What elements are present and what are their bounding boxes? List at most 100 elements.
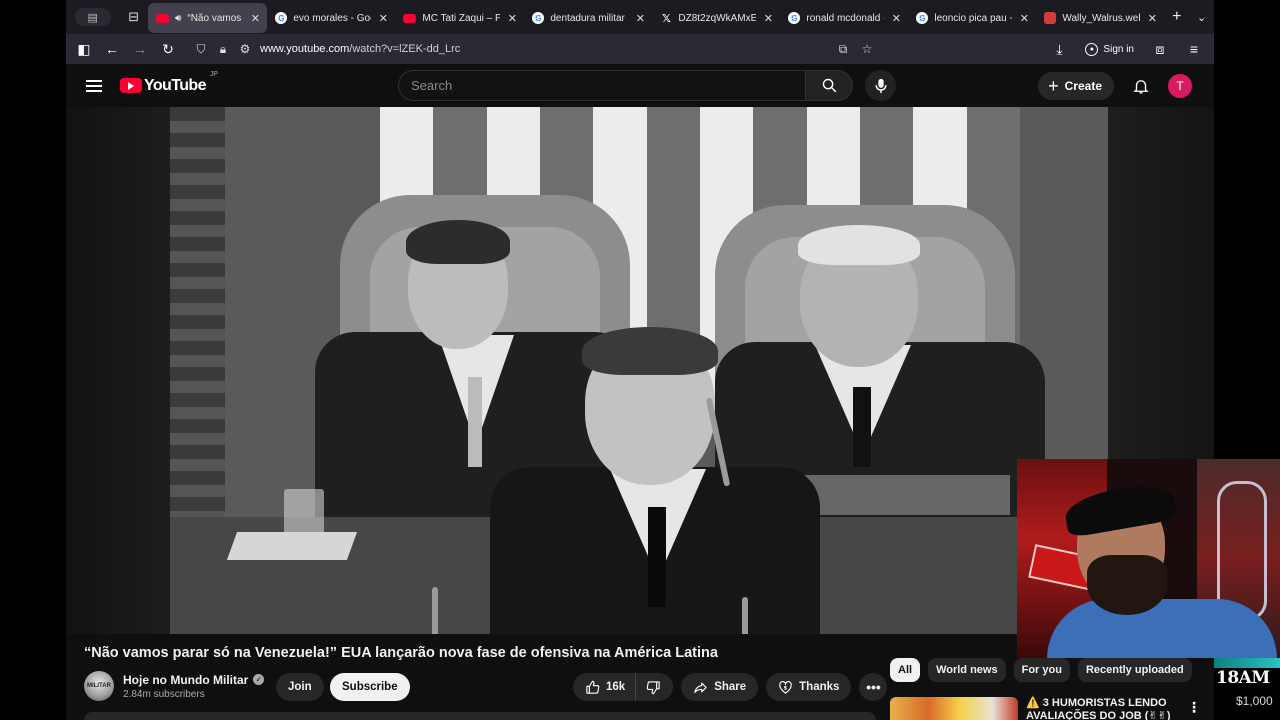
player-letterbox-left bbox=[66, 107, 170, 634]
url-path: /watch?v=lZEK-dd_Lrc bbox=[349, 43, 461, 55]
chevron-down-icon[interactable]: ⌄ bbox=[1189, 11, 1214, 24]
close-icon[interactable]: ✕ bbox=[634, 12, 646, 25]
channel-avatar[interactable]: MILITAR bbox=[84, 671, 114, 701]
youtube-play-icon bbox=[120, 78, 142, 93]
tab-label: DZ8t2zqWkAMxEs bbox=[678, 12, 757, 24]
new-tab-button[interactable]: + bbox=[1164, 8, 1189, 26]
microphone-icon bbox=[874, 78, 887, 93]
subscriber-count: 2.84m subscribers bbox=[123, 688, 205, 700]
channel-avatar-text: MILITAR bbox=[87, 683, 111, 689]
voice-search-button[interactable] bbox=[865, 70, 896, 101]
sign-in-button[interactable]: ● Sign in bbox=[1079, 42, 1140, 56]
close-icon[interactable]: ✕ bbox=[249, 12, 261, 25]
thanks-label: Thanks bbox=[799, 681, 840, 693]
search-input[interactable] bbox=[398, 70, 805, 101]
speaker-icon[interactable]: 🔊︎ bbox=[175, 13, 181, 24]
more-vertical-icon[interactable]: ⋮ bbox=[1187, 699, 1201, 716]
sign-in-label: Sign in bbox=[1103, 43, 1134, 55]
search-button[interactable] bbox=[805, 70, 853, 101]
chip-all[interactable]: All bbox=[890, 658, 921, 682]
thumbs-down-icon bbox=[646, 680, 660, 694]
reload-icon[interactable]: ↻ bbox=[154, 35, 182, 63]
tab-label: MC Tati Zaqui – Pa bbox=[422, 12, 501, 24]
tab-google-dentadura[interactable]: G dentadura militar - ✕ bbox=[524, 3, 652, 33]
google-favicon-icon: G bbox=[532, 12, 545, 24]
extensions-icon[interactable]: ⧈ bbox=[1146, 35, 1174, 63]
share-arrow-icon bbox=[694, 682, 707, 693]
tab-label: leoncio pica pau - bbox=[934, 12, 1013, 24]
channel-name[interactable]: Hoje no Mundo Militar bbox=[123, 673, 248, 687]
tab-x-image[interactable]: 𝕏 DZ8t2zqWkAMxEs ✕ bbox=[652, 3, 780, 33]
lectern-glass bbox=[790, 475, 1010, 515]
tab-google-leoncio[interactable]: G leoncio pica pau - ✕ bbox=[908, 3, 1036, 33]
forward-arrow-icon[interactable]: → bbox=[126, 35, 154, 63]
sidebar-toggle-button[interactable]: ▤ bbox=[66, 0, 119, 34]
back-arrow-icon[interactable]: ← bbox=[98, 35, 126, 63]
image-favicon-icon bbox=[1044, 12, 1057, 24]
like-button[interactable]: 16k bbox=[573, 673, 637, 701]
tab-overview-icon[interactable]: ⊟ bbox=[119, 0, 148, 34]
video-actions: 16k Share $ Thanks ••• bbox=[573, 673, 888, 701]
google-favicon-icon: G bbox=[275, 12, 288, 24]
recommendation-thumbnail[interactable] bbox=[890, 697, 1018, 720]
overlay-money: $1,000 bbox=[1236, 694, 1273, 708]
shield-icon[interactable]: ⛉ bbox=[194, 42, 208, 57]
left-man-hair bbox=[406, 220, 510, 264]
close-icon[interactable]: ✕ bbox=[1018, 12, 1030, 25]
picture-in-picture-icon[interactable]: ⧉ bbox=[836, 42, 850, 57]
description-box[interactable] bbox=[84, 712, 876, 720]
youtube-logo[interactable]: YouTube JP bbox=[120, 71, 218, 95]
more-actions-button[interactable]: ••• bbox=[859, 673, 888, 701]
dislike-button[interactable] bbox=[636, 673, 673, 701]
tab-google-ronald[interactable]: G ronald mcdonald - ✕ bbox=[780, 3, 908, 33]
chip-world-news[interactable]: World news bbox=[928, 658, 1006, 682]
address-bar[interactable]: ⛉ 🔒︎ ⚙︎ www.youtube.com/watch?v=lZEK-dd_… bbox=[194, 36, 884, 62]
menu-icon[interactable]: ≡ bbox=[1180, 35, 1208, 63]
close-icon[interactable]: ✕ bbox=[890, 12, 902, 25]
tab-image-wally[interactable]: Wally_Walrus.webp ✕ bbox=[1036, 3, 1164, 33]
tab-youtube-mc[interactable]: MC Tati Zaqui – Pa ✕ bbox=[395, 3, 524, 33]
lock-icon[interactable]: 🔒︎ bbox=[216, 42, 230, 57]
microphone-stand bbox=[432, 587, 438, 634]
subscribe-button[interactable]: Subscribe bbox=[330, 673, 410, 701]
close-icon[interactable]: ✕ bbox=[762, 12, 774, 25]
close-icon[interactable]: ✕ bbox=[377, 12, 389, 25]
sidebar-icon: ▤ bbox=[74, 8, 111, 26]
create-button[interactable]: + Create bbox=[1038, 72, 1114, 100]
channel-owner: MILITAR Hoje no Mundo Militar ✓ 2.84m su… bbox=[84, 671, 265, 701]
tab-youtube-video[interactable]: 🔊︎ “Não vamos p ✕ bbox=[148, 3, 268, 33]
close-icon[interactable]: ✕ bbox=[506, 12, 518, 25]
x-favicon-icon: 𝕏 bbox=[661, 12, 671, 25]
recommendation-item[interactable]: ⚠️ 3 HUMORISTAS LENDO AVALIAÇÕES DO JOB … bbox=[890, 697, 1201, 720]
join-button[interactable]: Join bbox=[276, 673, 324, 701]
overlay-clock: 18AM bbox=[1216, 668, 1270, 688]
create-label: Create bbox=[1064, 79, 1102, 93]
youtube-favicon-icon bbox=[403, 13, 417, 23]
url-text[interactable]: www.youtube.com/watch?v=lZEK-dd_Lrc bbox=[260, 43, 460, 55]
video-title: “Não vamos parar só na Venezuela!” EUA l… bbox=[84, 645, 718, 661]
guide-menu-icon[interactable] bbox=[86, 79, 102, 92]
chip-recently-uploaded[interactable]: Recently uploaded bbox=[1077, 658, 1192, 682]
like-dislike-group: 16k bbox=[573, 673, 674, 701]
sidebar-panel-icon[interactable]: ◧ bbox=[70, 35, 98, 63]
svg-text:$: $ bbox=[784, 685, 788, 691]
search-box bbox=[398, 70, 896, 101]
tab-strip: ▤ ⊟ 🔊︎ “Não vamos p ✕ G evo morales - Go… bbox=[66, 0, 1214, 34]
tab-google-evo[interactable]: G evo morales - Goo ✕ bbox=[267, 3, 395, 33]
thumbs-up-icon bbox=[586, 680, 600, 694]
close-icon[interactable]: ✕ bbox=[1146, 12, 1158, 25]
tab-label: dentadura militar - bbox=[550, 12, 629, 24]
share-button[interactable]: Share bbox=[681, 673, 759, 701]
thanks-button[interactable]: $ Thanks bbox=[766, 673, 852, 701]
recommendation-title[interactable]: ⚠️ 3 HUMORISTAS LENDO AVALIAÇÕES DO JOB … bbox=[1026, 697, 1176, 720]
notifications-bell-icon[interactable] bbox=[1132, 77, 1150, 95]
downloads-icon[interactable]: ⤓ bbox=[1045, 35, 1073, 63]
chip-for-you[interactable]: For you bbox=[1013, 658, 1070, 682]
verified-badge-icon: ✓ bbox=[253, 674, 265, 685]
more-horizontal-icon: ••• bbox=[866, 679, 881, 695]
account-avatar[interactable]: T bbox=[1168, 74, 1192, 98]
permissions-icon[interactable]: ⚙︎ bbox=[238, 42, 252, 56]
google-favicon-icon: G bbox=[916, 12, 929, 24]
tab-label: ronald mcdonald - bbox=[806, 12, 885, 24]
bookmark-star-icon[interactable]: ☆ bbox=[860, 42, 874, 57]
